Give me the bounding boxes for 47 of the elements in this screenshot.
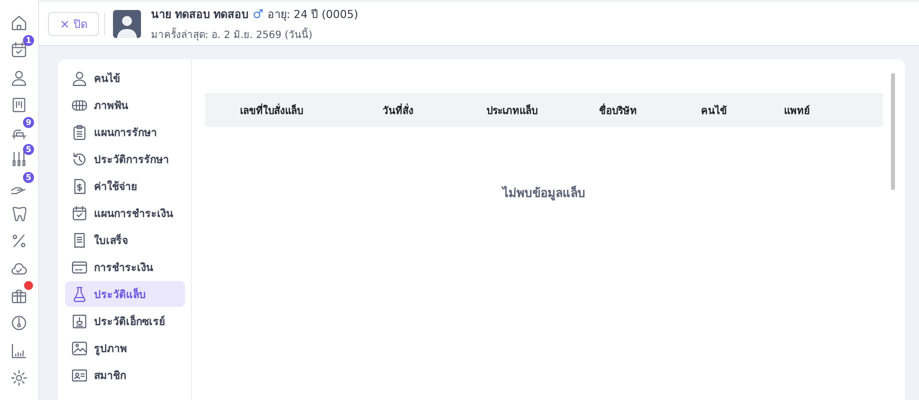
menu-item[interactable]: ค่าใช้จ่าย [65, 173, 185, 199]
column-header: เลขที่ใบสั่งแล็บ [239, 102, 304, 118]
column-header: คนไข้ [700, 104, 728, 118]
column-header: ชื่อบริษัท [598, 102, 638, 118]
column-header: แพทย์ [783, 104, 811, 118]
person-icon [71, 70, 88, 86]
clipboard-icon [71, 124, 88, 140]
tooth-icon[interactable] [10, 205, 28, 224]
chart-icon[interactable] [10, 342, 28, 360]
xray-icon [71, 312, 88, 330]
box-icon[interactable] [10, 286, 28, 305]
menu-item[interactable]: ประวัติเอ็กซเรย์ [65, 308, 185, 334]
menu-item[interactable]: ภาพฟัน [65, 92, 185, 118]
flask-icon [71, 286, 88, 302]
menu-item[interactable]: ใบเสร็จ [65, 227, 185, 253]
patient-name: นาย ทดสอบ ทดสอบ [151, 7, 249, 23]
close-button[interactable]: × ปิด [48, 12, 99, 36]
count-badge: 5 [23, 172, 34, 183]
history-icon [71, 150, 88, 168]
person-icon[interactable] [10, 68, 28, 87]
last-visit: มาครั้งล่าสุด: อ. 2 มิ.ย. 2569 (วันนี้) [151, 27, 358, 42]
empty-message: ไม่พบข้อมูลแล็บ [500, 184, 586, 202]
image-icon [71, 340, 88, 356]
percent-icon[interactable] [10, 232, 28, 250]
menu-item[interactable]: แผนการชำระเงิน [65, 200, 185, 226]
menu-item[interactable]: แผนการรักษา [65, 119, 185, 145]
calendar-icon[interactable] [10, 41, 28, 60]
count-badge: 5 [23, 144, 34, 156]
column-header: ประเภทแล็บ [486, 103, 538, 118]
tools-icon[interactable] [10, 150, 28, 168]
patient-age: อายุ: 24 ปี (0005) [267, 7, 358, 23]
count-badge: 1 [23, 35, 34, 46]
calendar-icon [71, 204, 88, 222]
home-icon[interactable] [10, 14, 28, 32]
menu-item[interactable]: คนไข้ [65, 65, 185, 91]
column-header: วันที่สั่ง [382, 102, 414, 118]
gauge-icon[interactable] [10, 314, 28, 332]
menu-item[interactable]: การชำระเงิน [65, 254, 185, 280]
male-symbol: ♂ [252, 7, 264, 21]
menu-item[interactable]: สมาชิก [65, 362, 185, 388]
card-icon [71, 258, 88, 276]
member-icon [71, 366, 88, 384]
menu-item[interactable]: ประวัติการรักษา [65, 146, 185, 172]
menu-item[interactable]: รูปภาพ [65, 335, 185, 361]
scrollbar[interactable] [891, 73, 895, 190]
count-badge: 9 [23, 117, 34, 128]
menu-item[interactable]: ประวัติแล็บ [65, 281, 185, 307]
